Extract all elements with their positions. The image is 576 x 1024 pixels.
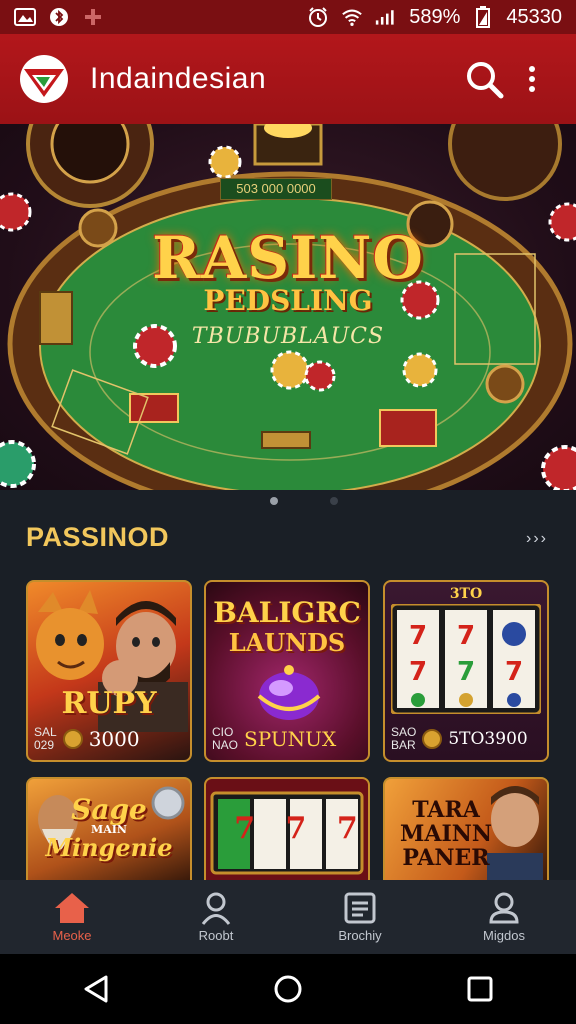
more-options-button[interactable] <box>508 55 556 103</box>
nav-item-home[interactable]: Meoke <box>12 891 132 943</box>
hero-subtitle: PEDSLING <box>203 284 373 317</box>
home-circle-icon <box>274 975 302 1003</box>
coin-icon <box>422 729 443 749</box>
alarm-icon <box>307 6 329 28</box>
carousel-dot-active[interactable] <box>270 497 278 505</box>
battery-percent: 589% <box>409 5 461 28</box>
svg-text:7: 7 <box>457 621 475 651</box>
card-title-line2: MAINN <box>400 821 492 847</box>
app-title: Indaindesian <box>90 62 267 95</box>
nav-item-account[interactable]: Migdos <box>444 891 564 943</box>
card-title-line2: LAUNDS <box>228 628 346 657</box>
card-title: 7 7 7 <box>234 811 368 846</box>
carousel-dot[interactable] <box>330 497 338 505</box>
game-card-tara[interactable]: TARA MAINN PANER <box>383 777 549 880</box>
carousel-indicator <box>0 497 576 509</box>
card-title: RUPY <box>61 686 157 721</box>
history-icon <box>344 892 376 924</box>
clock: 45330 <box>506 5 562 28</box>
bottom-navigation: Meoke Roobt Brochiy Migdos <box>0 880 576 954</box>
battery-icon <box>472 6 494 28</box>
card-label-bottom: NAO <box>212 738 239 752</box>
bluetooth-notification-icon <box>48 6 70 28</box>
search-icon <box>467 62 504 99</box>
game-card-slots-777[interactable]: 7 7 7 <box>204 777 370 880</box>
nav-label: Roobt <box>198 928 234 943</box>
home-icon <box>55 893 89 923</box>
card-value: 5TO3900 <box>448 729 528 749</box>
svg-text:7: 7 <box>505 657 523 687</box>
card-label-bottom: 029 <box>34 738 55 752</box>
gallery-notification-icon <box>14 6 36 28</box>
app-logo-icon[interactable] <box>20 55 68 103</box>
more-vertical-icon <box>529 66 535 92</box>
wifi-icon <box>341 6 363 28</box>
recents-square-icon <box>467 976 493 1002</box>
game-card-launds[interactable]: BALIGRC LAUNDS CIO NAO SPUNUX <box>204 580 370 762</box>
card-value: SPUNUX <box>244 727 337 751</box>
card-title-line1: Sage <box>71 793 147 826</box>
card-title-line1: TARA <box>412 797 480 823</box>
card-label-bottom: BAR <box>391 738 416 752</box>
section-title: PASSINOD <box>26 522 170 552</box>
signal-icon <box>375 6 397 28</box>
nav-label: Meoke <box>52 928 92 943</box>
section-more-link[interactable]: ››› <box>526 530 548 548</box>
card-title-line1: BALIGRC <box>213 596 361 629</box>
recents-button[interactable] <box>450 959 510 1019</box>
svg-text:7: 7 <box>409 621 427 651</box>
nav-item-profile[interactable]: Roobt <box>156 891 276 943</box>
nav-label: Migdos <box>483 928 525 943</box>
nav-label: Brochiy <box>338 928 382 943</box>
profile-icon <box>201 892 231 925</box>
slot-reels-illustration: 7 7 7 7 7 <box>391 604 541 714</box>
game-card-slots[interactable]: 3TO 7 7 7 7 7 SAO BAR 5TO3900 <box>383 580 549 762</box>
game-card-mingenie[interactable]: Sage MAIN Mingenie <box>26 777 192 880</box>
account-icon <box>489 892 519 924</box>
coin-icon <box>62 729 83 749</box>
back-button[interactable] <box>66 959 126 1019</box>
card-title-line3: PANER <box>402 845 490 871</box>
hero-tagline: TBUBUBLAUCS <box>191 324 385 349</box>
app-bar: Indaindesian <box>0 34 576 124</box>
card-title: 3TO <box>449 586 483 602</box>
card-value: 3000 <box>88 727 140 751</box>
hero-banner[interactable]: 503 000 0000 RASINO PEDSLING TBUBUBLAUCS <box>0 124 576 490</box>
status-bar: 589% 45330 <box>0 0 576 34</box>
add-notification-icon <box>82 6 104 28</box>
hero-title: RASINO <box>152 224 424 292</box>
card-title-line3: Mingenie <box>45 833 173 862</box>
svg-text:7: 7 <box>409 657 427 687</box>
gem-icon <box>257 665 321 720</box>
card-footer: CIO NAO SPUNUX <box>212 726 362 752</box>
home-button[interactable] <box>258 959 318 1019</box>
back-triangle-icon <box>84 975 108 1003</box>
game-card-rupy[interactable]: RUPY SAL 029 3000 <box>26 580 192 762</box>
card-footer: SAO BAR 5TO3900 <box>391 726 541 752</box>
svg-text:7: 7 <box>457 657 475 687</box>
table-label: 503 000 0000 <box>220 178 332 200</box>
search-button[interactable] <box>460 55 508 103</box>
card-footer: SAL 029 3000 <box>34 726 184 752</box>
system-navigation-bar <box>0 954 576 1024</box>
nav-item-history[interactable]: Brochiy <box>300 891 420 943</box>
